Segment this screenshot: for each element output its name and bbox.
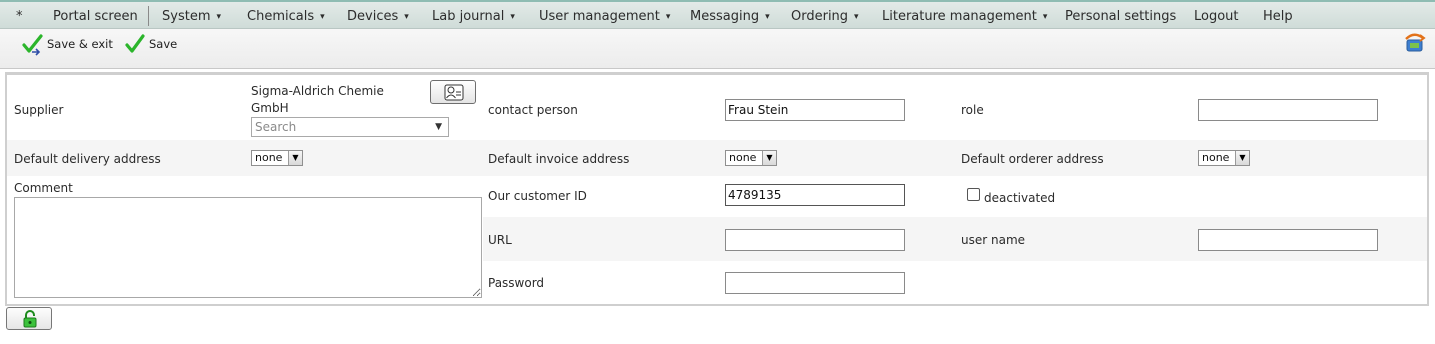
menu-item-devices[interactable]: Devices ▾ — [347, 9, 409, 25]
default-delivery-address-label: Default delivery address — [14, 152, 161, 166]
toolbar: Save & exit Save — [0, 29, 1435, 69]
default-delivery-address-select[interactable]: none ▼ — [251, 150, 303, 166]
user-name-label: user name — [961, 233, 1026, 247]
contact-person-input[interactable] — [725, 99, 905, 121]
role-input[interactable] — [1198, 99, 1378, 121]
deactivated-checkbox[interactable] — [967, 188, 980, 201]
url-label: URL — [488, 233, 512, 247]
contact-person-label: contact person — [488, 103, 578, 117]
password-input[interactable] — [725, 272, 905, 294]
chevron-down-icon: ▾ — [854, 12, 859, 22]
chevron-down-icon: ▾ — [765, 12, 770, 22]
check-exit-icon — [22, 34, 43, 56]
default-invoice-address-label: Default invoice address — [488, 152, 630, 166]
role-label: role — [961, 103, 984, 117]
menu-item-messaging[interactable]: Messaging ▾ — [690, 9, 770, 25]
password-label: Password — [488, 276, 545, 290]
check-icon — [125, 34, 145, 53]
chevron-down-icon: ▼ — [288, 151, 302, 165]
transfer-icon[interactable] — [1404, 32, 1426, 54]
chevron-down-icon: ▾ — [216, 12, 222, 22]
comment-label: Comment — [14, 181, 73, 195]
default-orderer-address-select[interactable]: none ▼ — [1198, 150, 1250, 166]
chevron-down-icon: ▾ — [665, 12, 671, 22]
chevron-down-icon: ▾ — [404, 12, 409, 22]
chevron-down-icon: ▾ — [510, 12, 515, 22]
supplier-search-placeholder: Search — [255, 120, 297, 134]
save-and-exit-label: Save & exit — [47, 37, 113, 51]
chevron-down-icon: ▾ — [1042, 12, 1048, 22]
our-customer-id-label: Our customer ID — [488, 189, 587, 203]
chevron-down-icon: ▼ — [762, 151, 776, 165]
comment-textarea[interactable] — [14, 197, 482, 298]
menu-item-portal-screen[interactable]: Portal screen — [53, 9, 138, 25]
user-name-input[interactable] — [1198, 229, 1378, 251]
menu-item-star[interactable]: * — [16, 9, 23, 25]
lookup-card-icon — [444, 84, 464, 101]
url-input[interactable] — [725, 229, 905, 251]
menu-item-system[interactable]: System ▾ — [162, 9, 221, 25]
main-menu-bar: * Portal screen System ▾ Chemicals ▾ Devic… — [0, 0, 1435, 29]
supplier-name: Sigma-Aldrich Chemie GmbH — [251, 84, 384, 115]
unlocked-lock-icon — [23, 310, 37, 328]
save-label: Save — [149, 37, 178, 51]
supplier-lookup-button[interactable] — [430, 80, 476, 104]
default-orderer-address-label: Default orderer address — [961, 152, 1104, 166]
deactivated-label: deactivated — [984, 191, 1056, 205]
lock-toggle-button[interactable] — [6, 307, 52, 330]
menu-item-literature-management[interactable]: Literature management ▾ — [882, 9, 1047, 25]
menu-separator — [148, 6, 149, 26]
supplier-search-combo[interactable]: Search ▼ — [251, 117, 449, 137]
menu-item-user-management[interactable]: User management ▾ — [539, 9, 670, 25]
chevron-down-icon: ▼ — [1235, 151, 1249, 165]
menu-item-chemicals[interactable]: Chemicals ▾ — [247, 9, 325, 25]
save-and-exit-button[interactable]: Save & exit — [22, 34, 117, 56]
menu-item-logout[interactable]: Logout — [1194, 9, 1239, 25]
supplier-label: Supplier — [14, 103, 64, 117]
menu-item-ordering[interactable]: Ordering ▾ — [791, 9, 859, 25]
supplier-form: Supplier Sigma-Aldrich Chemie GmbH Searc… — [5, 72, 1429, 306]
menu-item-lab-journal[interactable]: Lab journal ▾ — [432, 9, 515, 25]
menu-item-personal-settings[interactable]: Personal settings — [1065, 9, 1176, 25]
chevron-down-icon: ▾ — [320, 12, 325, 22]
chevron-down-icon: ▼ — [435, 122, 442, 132]
default-invoice-address-select[interactable]: none ▼ — [725, 150, 777, 166]
our-customer-id-input[interactable] — [725, 184, 905, 206]
save-button[interactable]: Save — [125, 34, 185, 56]
menu-item-help[interactable]: Help — [1263, 9, 1293, 25]
